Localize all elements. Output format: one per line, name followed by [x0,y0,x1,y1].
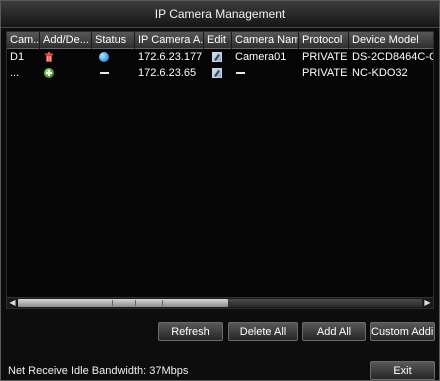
ip-address: 172.6.23.65 [138,67,197,79]
table-header: Cam... Add/De... Status IP Camera A... E… [7,32,433,49]
ip-camera-management-window: IP Camera Management Cam... Add/De... St… [0,0,440,381]
refresh-button[interactable]: Refresh [158,322,223,341]
add-all-button[interactable]: Add All [302,322,366,341]
scrollbar-tick [162,300,163,306]
add-icon[interactable] [44,68,54,78]
protocol: PRIVATE [302,51,348,63]
column-camera[interactable]: Cam... [7,32,40,49]
column-camera-name[interactable]: Camera Name [232,32,299,49]
custom-add-button[interactable]: Custom Addi... [370,322,435,341]
status-none-dash [100,72,109,74]
scrollbar-tick [135,300,136,306]
camera-name-empty-dash [236,72,245,74]
camera-number: D1 [10,51,25,63]
table-row[interactable]: ... 172.6.23.65 PRIVATE NC-KDO32 [7,65,433,81]
window-title: IP Camera Management [1,1,439,28]
column-edit[interactable]: Edit [204,32,232,49]
delete-icon[interactable] [44,52,54,62]
device-model: NC-KDO32 [352,67,408,79]
column-protocol[interactable]: Protocol [299,32,349,49]
column-add-delete[interactable]: Add/De... [40,32,92,49]
scrollbar-thumb[interactable] [18,299,228,307]
column-device-model[interactable]: Device Model [349,32,433,49]
table-row[interactable]: D1 172.6.23.177 Camera01 PRIVATE DS-2CD8… [7,49,433,65]
delete-all-button[interactable]: Delete All [228,322,298,341]
horizontal-scrollbar[interactable]: ◀ ▶ [7,297,433,308]
protocol: PRIVATE [302,67,348,79]
camera-table: Cam... Add/De... Status IP Camera A... E… [6,31,434,309]
scroll-right-icon[interactable]: ▶ [422,298,433,308]
device-model: DS-2CD8464C-C... [352,51,433,63]
camera-number: ... [10,67,20,79]
online-status-icon [99,52,109,62]
column-status[interactable]: Status [92,32,135,49]
edit-icon[interactable] [212,68,222,78]
edit-icon[interactable] [212,52,222,62]
column-ip-address[interactable]: IP Camera A... [135,32,204,49]
bandwidth-status: Net Receive Idle Bandwidth: 37Mbps [8,365,189,377]
camera-name: Camera01 [235,51,287,63]
scroll-left-icon[interactable]: ◀ [7,298,18,308]
exit-button[interactable]: Exit [370,361,435,380]
scrollbar-tick [112,300,113,306]
ip-address: 172.6.23.177 [138,51,203,63]
